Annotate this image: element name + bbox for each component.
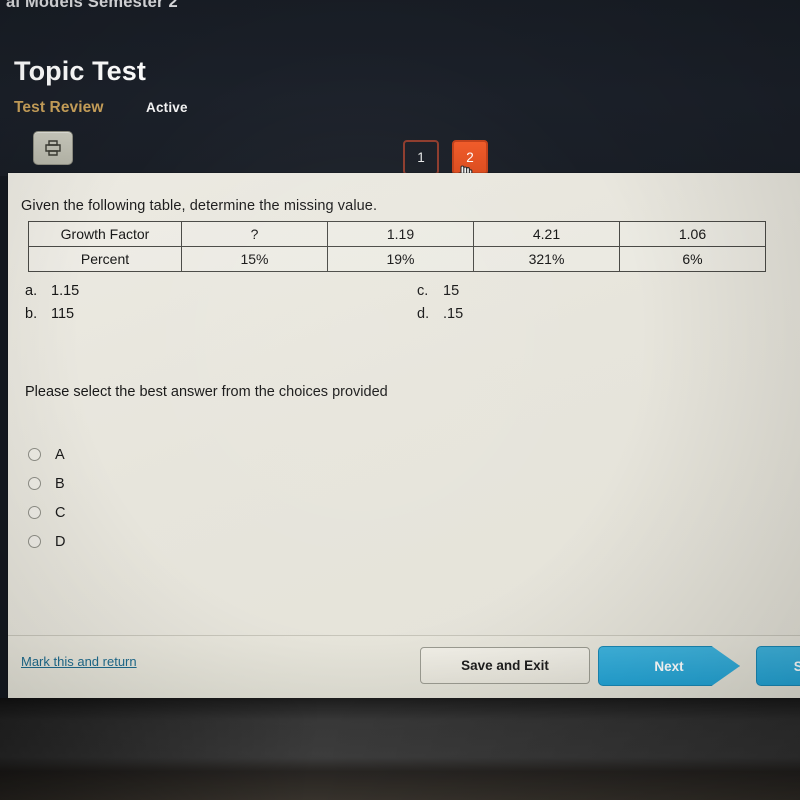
radio-label-b: B: [55, 475, 65, 492]
table-cell: 19%: [327, 246, 474, 272]
page-title: Topic Test: [14, 56, 147, 86]
radio-circle-icon[interactable]: [28, 448, 41, 461]
answer-choice-list: a. 1.15 b. 115 c. 15 d. .15: [8, 283, 800, 331]
table-cell: 1.06: [619, 221, 766, 247]
table-cell: 1.19: [327, 221, 474, 247]
radio-option-b[interactable]: B: [28, 469, 65, 498]
test-review-label: Test Review: [14, 99, 104, 116]
mark-this-and-return-link[interactable]: Mark this and return: [21, 654, 137, 669]
print-button[interactable]: [33, 131, 73, 165]
radio-option-a[interactable]: A: [28, 440, 65, 469]
page-button-1[interactable]: 1: [403, 140, 439, 175]
screenshot-frame: al Models Semester 2 Topic Test Test Rev…: [0, 0, 800, 800]
question-page: Given the following table, determine the…: [8, 173, 800, 700]
radio-label-c: C: [55, 504, 66, 521]
choice-d-value: .15: [443, 306, 464, 322]
table-row: Percent 15% 19% 321% 6%: [28, 246, 766, 272]
table-row-label: Percent: [28, 246, 182, 272]
table-row-label: Growth Factor: [28, 221, 182, 247]
choice-b-key: b.: [25, 306, 38, 322]
question-prompt: Given the following table, determine the…: [21, 198, 378, 214]
table-cell: 15%: [181, 246, 328, 272]
choice-c: c. 15: [417, 283, 459, 299]
value-table: Growth Factor ? 1.19 4.21 1.06 Percent 1…: [28, 221, 766, 272]
table-row: Growth Factor ? 1.19 4.21 1.06: [28, 221, 766, 247]
bezel-shading: [0, 698, 800, 800]
radio-circle-icon[interactable]: [28, 477, 41, 490]
table-cell: ?: [181, 221, 328, 247]
radio-option-c[interactable]: C: [28, 498, 65, 527]
choice-d-key: d.: [417, 306, 430, 322]
choice-a: a. 1.15: [25, 283, 79, 299]
choice-b: b. 115: [25, 306, 74, 322]
monitor-bezel: [0, 698, 800, 800]
radio-label-d: D: [55, 533, 66, 550]
table-cell: 321%: [473, 246, 620, 272]
action-footer: Mark this and return Save and Exit Next …: [8, 635, 800, 700]
submit-button[interactable]: Sa: [756, 646, 800, 686]
radio-label-a: A: [55, 446, 65, 463]
breadcrumb: al Models Semester 2: [6, 0, 178, 11]
radio-circle-icon[interactable]: [28, 506, 41, 519]
radio-group: A B C D: [28, 440, 65, 556]
choice-c-value: 15: [443, 283, 460, 299]
choice-b-value: 115: [51, 306, 75, 322]
header-subrow: Test Review Active: [14, 99, 188, 117]
choice-a-key: a.: [25, 283, 38, 299]
table-cell: 4.21: [473, 221, 620, 247]
app-header: al Models Semester 2 Topic Test Test Rev…: [0, 0, 800, 176]
choice-a-value: 1.15: [51, 283, 80, 299]
selection-instruction: Please select the best answer from the c…: [25, 384, 388, 400]
choice-c-key: c.: [417, 283, 429, 299]
printer-icon: [43, 139, 63, 157]
status-badge: Active: [146, 100, 188, 115]
radio-circle-icon[interactable]: [28, 535, 41, 548]
choice-d: d. .15: [417, 306, 463, 322]
next-button[interactable]: Next: [598, 646, 740, 686]
table-cell: 6%: [619, 246, 766, 272]
radio-option-d[interactable]: D: [28, 527, 65, 556]
save-and-exit-button[interactable]: Save and Exit: [420, 647, 590, 684]
